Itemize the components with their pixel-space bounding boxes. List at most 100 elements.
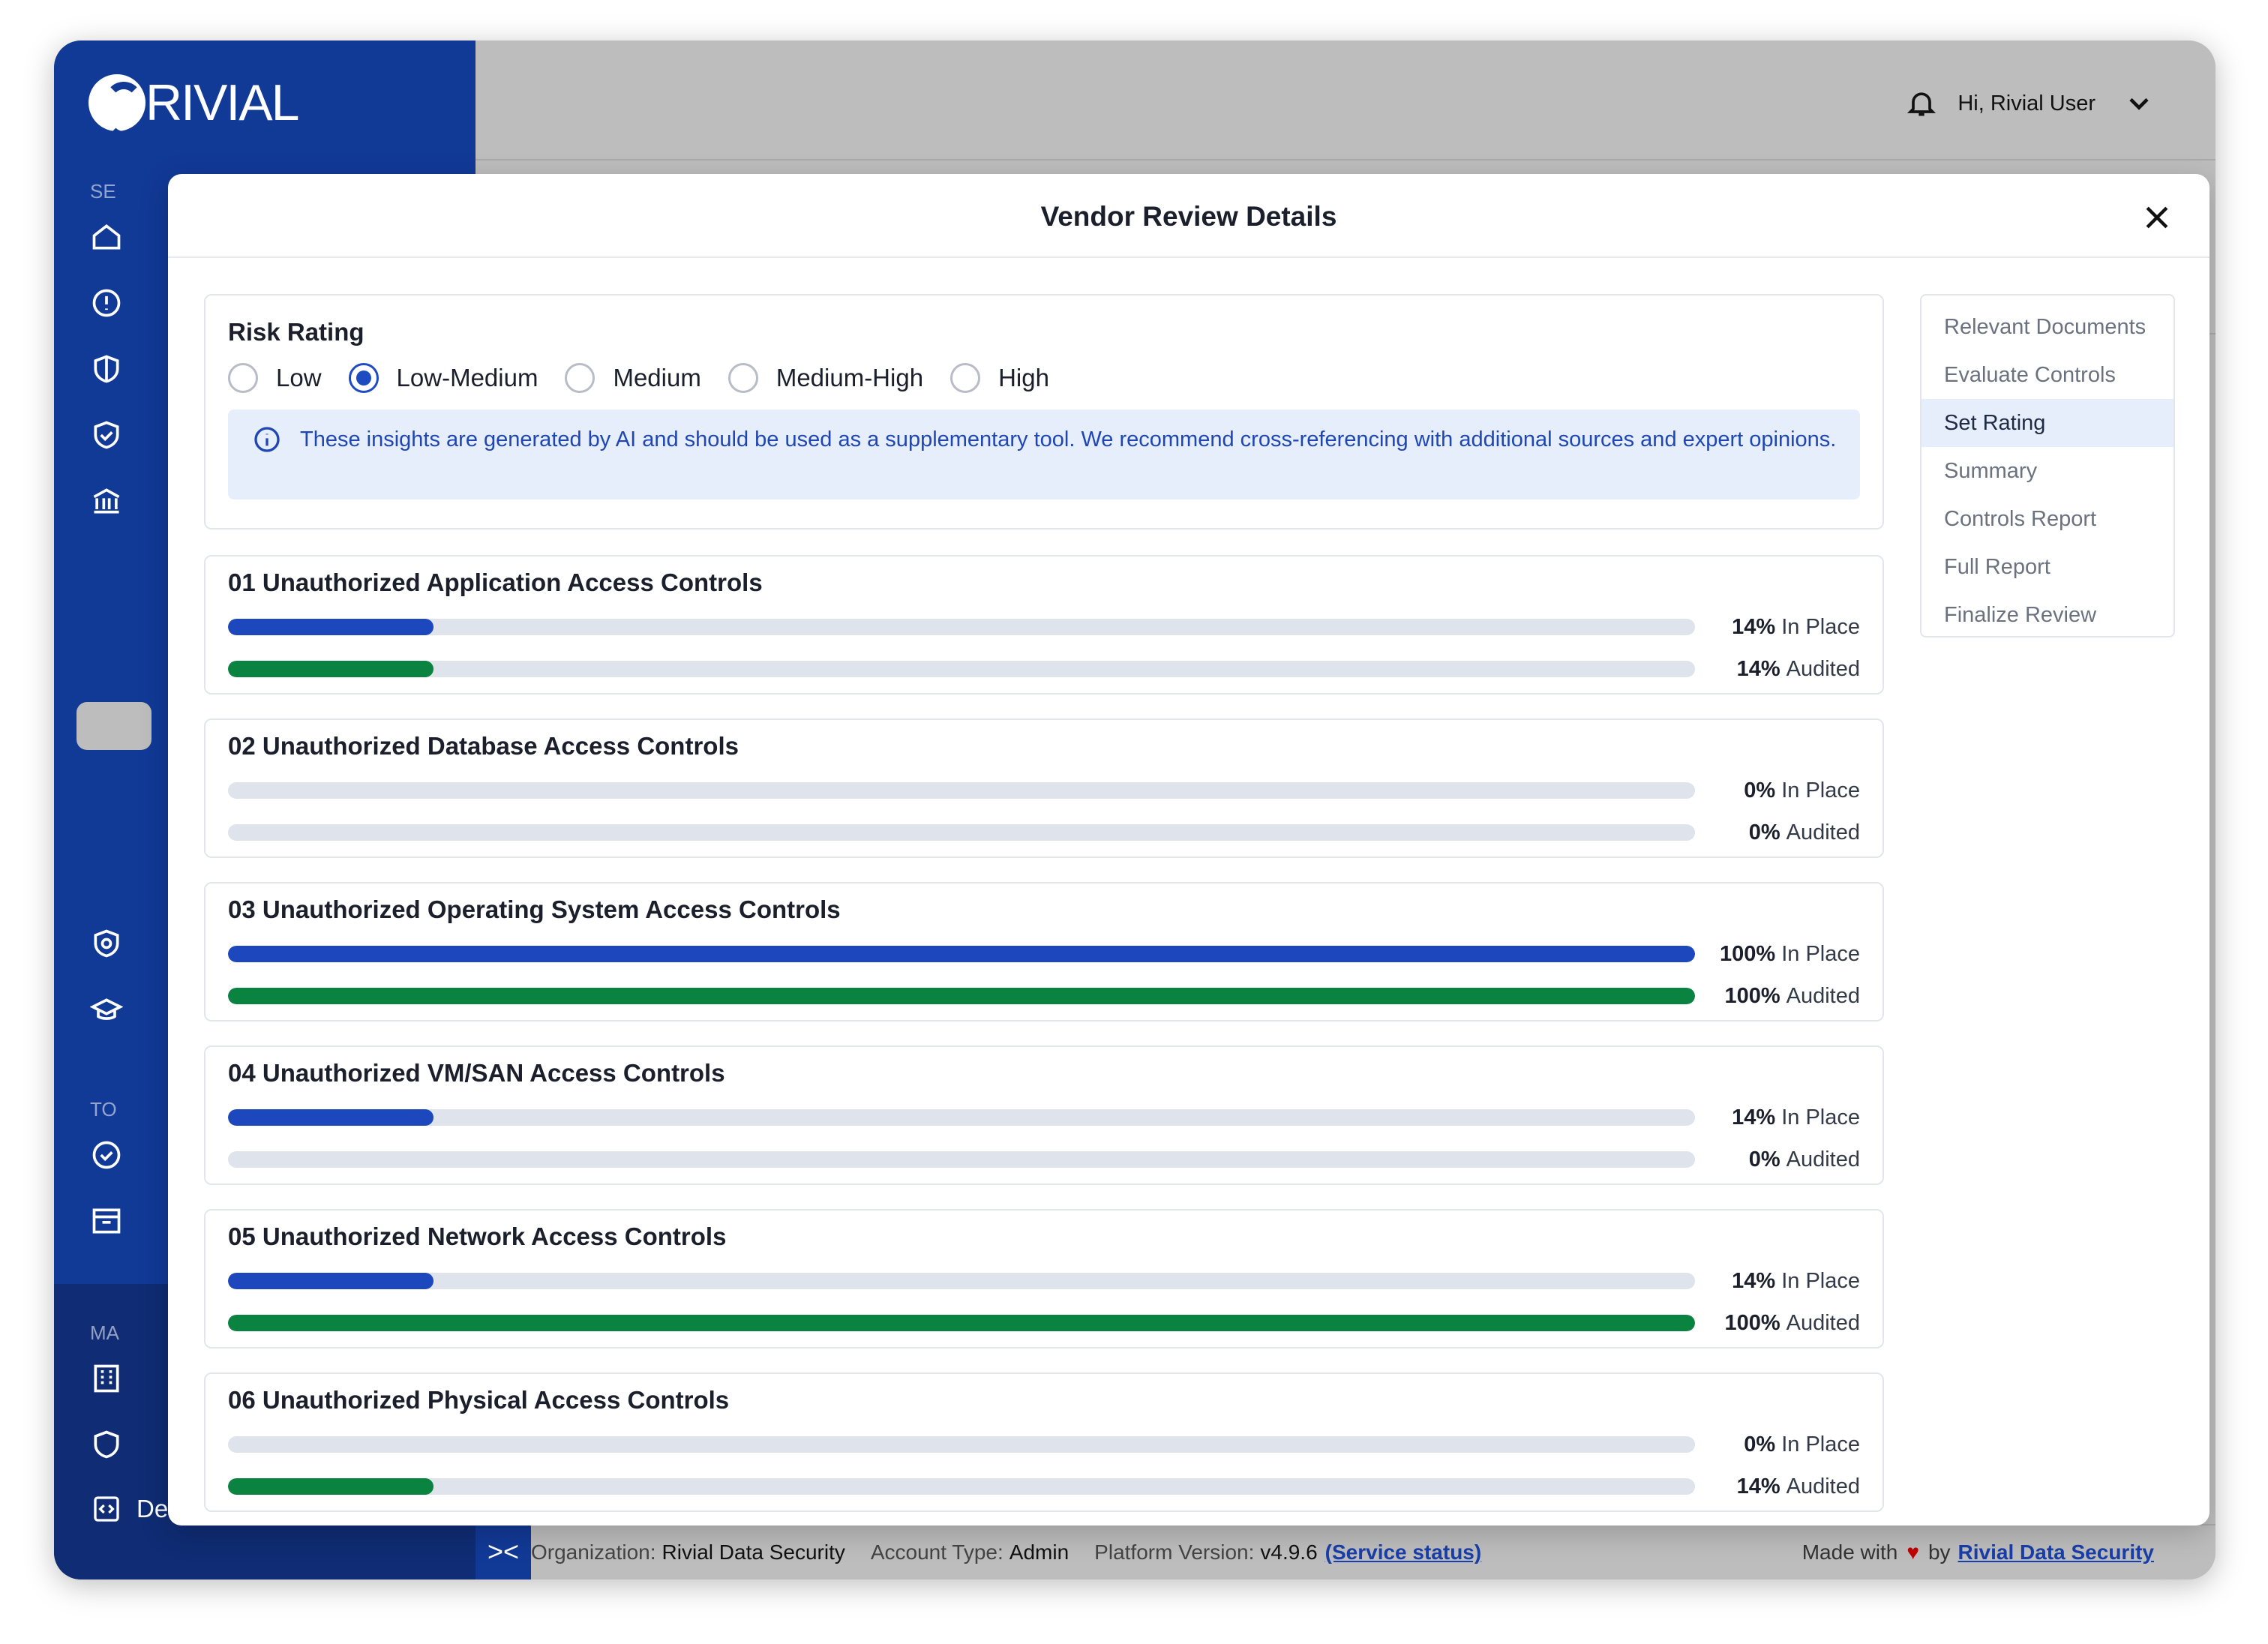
sidebar-collapse-button[interactable]: >< [476, 1524, 531, 1580]
risk-rating-card: Risk Rating Low Low-Medium Medium Medium… [204, 294, 1884, 530]
audited-row: 100% Audited [228, 981, 1860, 1011]
control-title: 01 Unauthorized Application Access Contr… [228, 568, 763, 596]
audited-percent: 0% [1748, 820, 1780, 844]
in-place-row: 14% In Place [228, 1102, 1860, 1132]
audited-kind: Audited [1786, 1474, 1860, 1498]
shield-half-icon[interactable] [90, 352, 123, 386]
shield-gear-icon[interactable] [90, 1428, 123, 1461]
in-place-label: 100% In Place [1720, 942, 1860, 967]
in-place-kind: In Place [1781, 1105, 1860, 1130]
by-text: by [1928, 1540, 1951, 1564]
home-icon[interactable] [90, 220, 123, 254]
audited-kind: Audited [1786, 820, 1860, 844]
graduation-cap-icon[interactable] [89, 994, 124, 1028]
radio-button-selected[interactable] [348, 363, 379, 393]
alert-shield-icon[interactable] [90, 286, 123, 320]
nav-set-rating[interactable]: Set Rating [1922, 399, 2174, 447]
audited-progress-bar [228, 1478, 1695, 1495]
org-label: Organization: [531, 1540, 656, 1564]
org-value: Rivial Data Security [662, 1540, 845, 1564]
in-place-progress-bar [228, 1109, 1695, 1126]
modal-title: Vendor Review Details [1040, 201, 1337, 232]
audited-progress-bar [228, 988, 1695, 1004]
control-card: 03 Unauthorized Operating System Access … [204, 882, 1884, 1022]
info-icon [254, 427, 280, 452]
nav-full-report[interactable]: Full Report [1922, 543, 2174, 591]
nav-relevant-documents[interactable]: Relevant Documents [1922, 303, 2174, 351]
app-window: RIVIAL SE TO MA >< Hi, Rivial User Organ… [54, 40, 2216, 1580]
nav-summary[interactable]: Summary [1922, 447, 2174, 495]
audited-label: 100% Audited [1724, 984, 1860, 1009]
ai-disclaimer-text: These insights are generated by AI and s… [300, 428, 1837, 452]
code-icon [94, 1496, 119, 1522]
in-place-label: 14% In Place [1732, 615, 1860, 640]
audited-label: 100% Audited [1724, 1311, 1860, 1336]
review-steps-nav: Relevant Documents Evaluate Controls Set… [1920, 294, 2175, 638]
audited-kind: Audited [1786, 983, 1860, 1008]
risk-option-low-medium[interactable]: Low-Medium [348, 363, 538, 393]
logo-text: RIVIAL [146, 74, 299, 131]
in-place-kind: In Place [1781, 778, 1860, 802]
nav-evaluate-controls[interactable]: Evaluate Controls [1922, 351, 2174, 399]
in-place-percent: 14% [1732, 614, 1776, 639]
risk-option-label: Medium [613, 364, 701, 392]
risk-option-low[interactable]: Low [228, 363, 322, 393]
made-with-credit: Made with ♥ by Rivial Data Security [1802, 1540, 2154, 1564]
bell-icon[interactable] [1905, 87, 1938, 120]
shield-clock-icon[interactable] [90, 927, 123, 960]
radio-button[interactable] [950, 363, 981, 393]
in-place-label: 14% In Place [1732, 1269, 1860, 1294]
risk-option-medium-high[interactable]: Medium-High [728, 363, 923, 393]
sidebar-selected-item[interactable] [76, 702, 152, 750]
radio-button[interactable] [728, 363, 758, 393]
account-type-label: Account Type: [870, 1540, 1004, 1564]
in-place-progress-bar [228, 619, 1695, 635]
in-place-percent: 14% [1732, 1105, 1776, 1130]
radio-button[interactable] [228, 363, 258, 393]
shield-check-icon[interactable] [90, 418, 123, 452]
in-place-kind: In Place [1781, 614, 1860, 639]
heart-icon: ♥ [1906, 1540, 1919, 1564]
nav-finalize-review[interactable]: Finalize Review [1922, 591, 2174, 639]
in-place-progress-fill [228, 946, 1695, 962]
risk-option-medium[interactable]: Medium [565, 363, 701, 393]
in-place-progress-bar [228, 946, 1695, 962]
risk-option-label: Medium-High [776, 364, 924, 392]
audited-progress-bar [228, 824, 1695, 841]
user-greeting[interactable]: Hi, Rivial User [1958, 87, 2096, 120]
service-status-link[interactable]: (Service status) [1325, 1540, 1482, 1564]
control-title: 03 Unauthorized Operating System Access … [228, 896, 841, 923]
audited-label: 14% Audited [1737, 657, 1860, 682]
rivial-logo[interactable]: RIVIAL [88, 74, 299, 139]
in-place-progress-bar [228, 782, 1695, 799]
sidebar-section-label: TO [90, 1098, 117, 1120]
risk-option-high[interactable]: High [950, 363, 1049, 393]
risk-rating-title: Risk Rating [228, 318, 364, 346]
audited-row: 100% Audited [228, 1308, 1860, 1338]
modal-header: Vendor Review Details [168, 174, 2210, 258]
audited-progress-bar [228, 1151, 1695, 1168]
audited-progress-bar [228, 1315, 1695, 1331]
audited-kind: Audited [1786, 1310, 1860, 1335]
building-icon[interactable] [90, 1362, 123, 1395]
radio-button[interactable] [565, 363, 596, 393]
check-circle-icon[interactable] [90, 1138, 123, 1172]
in-place-row: 0% In Place [228, 1430, 1860, 1460]
archive-icon[interactable] [90, 1204, 123, 1238]
bank-icon[interactable] [90, 484, 123, 518]
audited-label: 0% Audited [1749, 1148, 1860, 1172]
sidebar-section-label: SE [90, 180, 116, 202]
control-title: 06 Unauthorized Physical Access Controls [228, 1386, 730, 1414]
company-link[interactable]: Rivial Data Security [1958, 1540, 2154, 1564]
platform-version-label: Platform Version: [1094, 1540, 1255, 1564]
controls-list: 01 Unauthorized Application Access Contr… [204, 555, 1884, 1512]
in-place-percent: 0% [1744, 778, 1776, 802]
chevron-down-icon[interactable] [2122, 87, 2156, 120]
in-place-progress-fill [228, 1273, 434, 1289]
risk-rating-options: Low Low-Medium Medium Medium-High High [228, 363, 1860, 393]
close-icon[interactable] [2140, 201, 2174, 234]
audited-percent: 0% [1748, 1147, 1780, 1172]
nav-controls-report[interactable]: Controls Report [1922, 495, 2174, 543]
control-card: 02 Unauthorized Database Access Controls… [204, 718, 1884, 858]
audited-progress-fill [228, 1315, 1695, 1331]
